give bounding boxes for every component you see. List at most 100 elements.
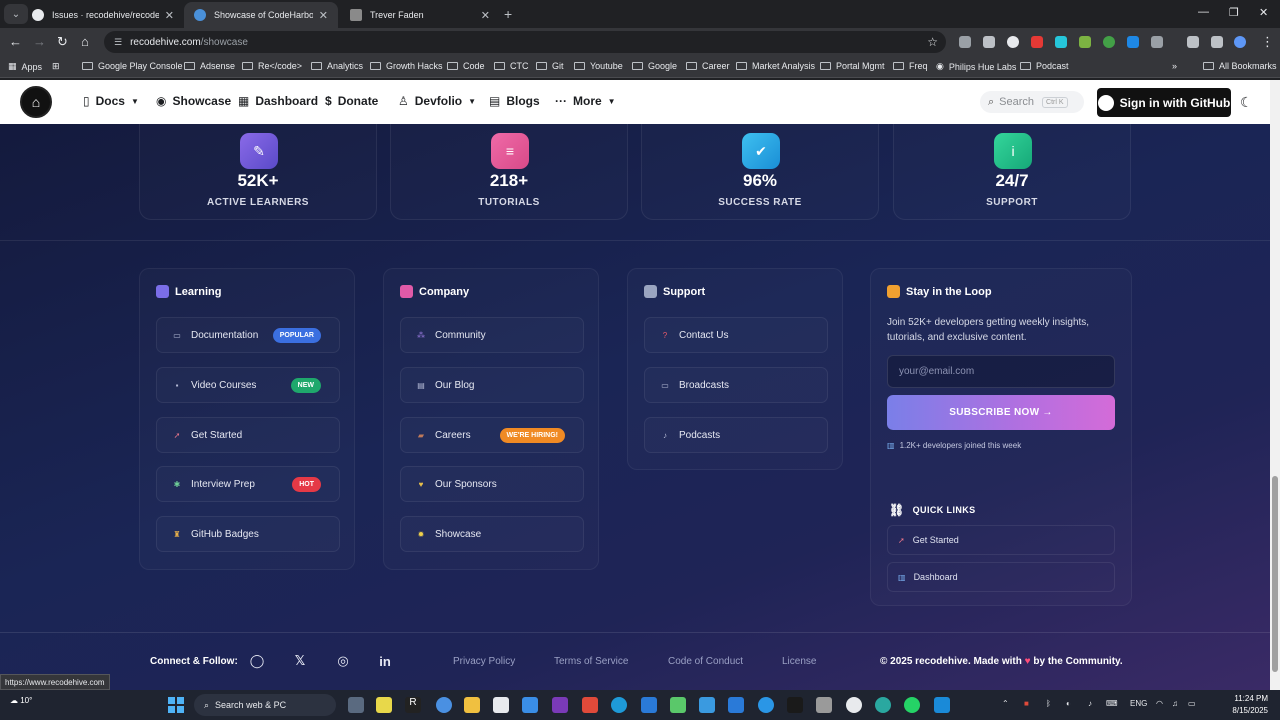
taskbar-clock[interactable]: 11:24 PM 8/15/2025 bbox=[1208, 693, 1268, 717]
u-extension-icon[interactable] bbox=[1007, 36, 1019, 48]
back-arrow-icon[interactable]: ← bbox=[9, 34, 22, 49]
bookmark-item[interactable]: Portal Mgmt bbox=[820, 61, 885, 71]
tray-overflow-icon[interactable]: ⌃ bbox=[1002, 699, 1009, 708]
new-tab-button[interactable]: + bbox=[504, 6, 512, 22]
link-our-sponsors[interactable]: ♥ Our Sponsors bbox=[400, 466, 584, 502]
keyboard-icon[interactable]: ⌨ bbox=[1106, 699, 1118, 708]
link-interview-prep[interactable]: ✱ Interview Prep HOT bbox=[156, 466, 340, 502]
download-icon[interactable] bbox=[1187, 36, 1199, 48]
quicklink-dashboard[interactable]: ▥ Dashboard bbox=[887, 562, 1115, 592]
link-github-badges[interactable]: ♜ GitHub Badges bbox=[156, 516, 340, 552]
app-icon[interactable] bbox=[846, 697, 862, 713]
forward-arrow-icon[interactable]: → bbox=[33, 34, 46, 49]
bookmark-apps[interactable]: ▦ Apps bbox=[8, 61, 42, 72]
bookmark-item[interactable]: Google Play Console bbox=[82, 61, 183, 71]
taskbar-search[interactable]: ⌕ Search web & PC bbox=[194, 694, 336, 716]
app-icon[interactable] bbox=[875, 697, 891, 713]
subscribe-button[interactable]: SUBSCRIBE NOW → bbox=[887, 395, 1115, 430]
link-our-blog[interactable]: ▤ Our Blog bbox=[400, 367, 584, 403]
camera-extension-icon[interactable] bbox=[983, 36, 995, 48]
whatsapp-icon[interactable] bbox=[904, 697, 920, 713]
link-get-started[interactable]: ➚ Get Started bbox=[156, 417, 340, 453]
tray-app-icon[interactable]: ◐ bbox=[1066, 699, 1071, 708]
reading-list-icon[interactable] bbox=[1211, 36, 1223, 48]
language-indicator[interactable]: ENG bbox=[1130, 699, 1147, 708]
onenote-icon[interactable] bbox=[552, 697, 568, 713]
volume-icon[interactable]: ♫ bbox=[1172, 699, 1178, 708]
address-bar[interactable]: ☰ recodehive.com/showcase ☆ bbox=[104, 31, 946, 53]
microphone-icon[interactable]: ♪ bbox=[1088, 699, 1092, 708]
nav-blogs[interactable]: ▤ Blogs bbox=[489, 94, 540, 108]
bookmark-item[interactable]: Career bbox=[686, 61, 730, 71]
nav-showcase[interactable]: ◉ Showcase bbox=[156, 94, 231, 108]
nav-dashboard[interactable]: ▦ Dashboard bbox=[238, 94, 318, 108]
color-extension-icon[interactable] bbox=[1079, 36, 1091, 48]
app-icon[interactable] bbox=[376, 697, 392, 713]
bookmark-item[interactable]: ◉ Philips Hue Labs bbox=[936, 61, 1016, 72]
bookmark-item[interactable]: Youtube bbox=[574, 61, 623, 71]
extension-icon[interactable] bbox=[959, 36, 971, 48]
bookmark-item[interactable]: Code bbox=[447, 61, 485, 71]
bookmark-item[interactable]: Google bbox=[632, 61, 677, 71]
weather-widget[interactable]: ☁ 10° bbox=[10, 696, 32, 705]
shield-extension-icon[interactable] bbox=[1055, 36, 1067, 48]
link-documentation[interactable]: ▭ Documentation POPULAR bbox=[156, 317, 340, 353]
scrollbar-thumb[interactable] bbox=[1272, 476, 1278, 672]
code-of-conduct-link[interactable]: Code of Conduct bbox=[668, 656, 743, 667]
puzzle-extensions-icon[interactable] bbox=[1151, 36, 1163, 48]
r-app-icon[interactable]: R bbox=[405, 697, 421, 713]
bookmark-item[interactable]: Git bbox=[536, 61, 564, 71]
bookmark-star-icon[interactable]: ☆ bbox=[927, 35, 938, 49]
bookmark-grid[interactable]: ⊞ bbox=[52, 61, 65, 72]
bookmark-item[interactable]: Re</code> bbox=[242, 61, 302, 71]
app-icon[interactable] bbox=[670, 697, 686, 713]
browser-tab[interactable]: Issues · recodehive/recode-web ✕ bbox=[22, 2, 184, 28]
close-tab-icon[interactable]: ✕ bbox=[319, 9, 328, 22]
chrome-icon[interactable] bbox=[436, 697, 452, 713]
site-logo[interactable]: ⌂ bbox=[20, 86, 52, 118]
battery-icon[interactable]: ▭ bbox=[1188, 699, 1196, 708]
bookmark-all[interactable]: All Bookmarks bbox=[1203, 61, 1277, 71]
start-button[interactable] bbox=[168, 697, 184, 713]
bookmark-item[interactable]: Analytics bbox=[311, 61, 363, 71]
store-icon[interactable] bbox=[522, 697, 538, 713]
close-tab-icon[interactable]: ✕ bbox=[481, 9, 490, 22]
license-link[interactable]: License bbox=[782, 656, 816, 667]
browser-tab[interactable]: Trever Faden ✕ bbox=[340, 2, 500, 28]
home-icon[interactable]: ⌂ bbox=[81, 34, 89, 49]
page-scrollbar[interactable] bbox=[1270, 80, 1280, 690]
app-icon[interactable] bbox=[582, 697, 598, 713]
github-icon[interactable]: ◯ bbox=[245, 649, 269, 673]
bookmark-item[interactable]: CTC bbox=[494, 61, 529, 71]
notion-icon[interactable] bbox=[493, 697, 509, 713]
bluetooth-icon[interactable]: ᛒ bbox=[1046, 699, 1051, 708]
wifi-icon[interactable]: ◠ bbox=[1156, 699, 1163, 708]
minimize-icon[interactable]: — bbox=[1198, 6, 1209, 18]
reload-icon[interactable]: ↻ bbox=[57, 34, 68, 50]
nav-devfolio[interactable]: ♙ Devfolio ▼ bbox=[398, 94, 476, 108]
bookmark-item[interactable]: Growth Hacks bbox=[370, 61, 443, 71]
app-icon[interactable] bbox=[641, 697, 657, 713]
kebab-menu-icon[interactable]: ⋮ bbox=[1261, 34, 1274, 50]
x-twitter-icon[interactable]: 𝕏 bbox=[288, 649, 312, 673]
tray-app-icon[interactable]: ■ bbox=[1024, 699, 1029, 708]
bookmarks-overflow-icon[interactable]: » bbox=[1172, 61, 1177, 71]
task-view-icon[interactable] bbox=[348, 697, 364, 713]
browser-tab-active[interactable]: Showcase of CodeHarborHub | ✕ bbox=[184, 2, 338, 28]
profile-avatar-icon[interactable] bbox=[1234, 36, 1246, 48]
app-icon[interactable] bbox=[787, 697, 803, 713]
link-contact-us[interactable]: ? Contact Us bbox=[644, 317, 828, 353]
bookmark-item[interactable]: Market Analysis bbox=[736, 61, 815, 71]
email-input[interactable]: your@email.com bbox=[887, 355, 1115, 388]
red-extension-icon[interactable] bbox=[1031, 36, 1043, 48]
nav-donate[interactable]: $ Donate bbox=[325, 94, 378, 108]
linkedin-icon[interactable]: in bbox=[373, 649, 397, 673]
app-icon[interactable] bbox=[934, 697, 950, 713]
github-signin-button[interactable]: Sign in with GitHub bbox=[1097, 88, 1231, 117]
file-explorer-icon[interactable] bbox=[464, 697, 480, 713]
nav-more[interactable]: ··· More ▼ bbox=[555, 94, 616, 108]
link-video-courses[interactable]: ▪ Video Courses NEW bbox=[156, 367, 340, 403]
dark-mode-toggle-icon[interactable]: ☾ bbox=[1240, 94, 1253, 111]
bookmark-item[interactable]: Adsense bbox=[184, 61, 235, 71]
close-window-icon[interactable]: ✕ bbox=[1259, 6, 1268, 19]
